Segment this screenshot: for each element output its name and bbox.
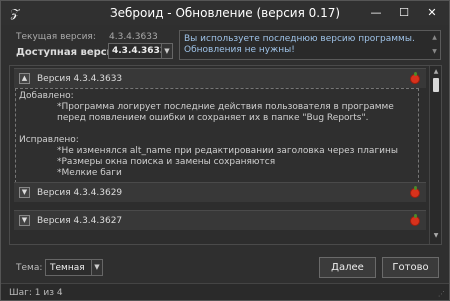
current-version-label: Текущая версия: (16, 32, 96, 42)
apple-icon (410, 214, 420, 226)
done-button[interactable]: Готово (382, 257, 439, 278)
chevron-down-icon[interactable]: ▼ (91, 259, 103, 276)
fixed-heading: Исправлено: (19, 135, 79, 145)
changelog-scrollbar[interactable]: ▲ ▼ (429, 66, 441, 244)
fixed-item: *Размеры окна поиска и замены сохраняютс… (57, 157, 276, 167)
minimize-button[interactable]: — (367, 5, 385, 21)
added-item: *Программа логирует последние действия п… (57, 102, 394, 123)
close-button[interactable]: ✕ (423, 5, 441, 21)
changelog-list: ▲ Версия 4.3.4.3633 Добавлено: *Программ… (9, 65, 442, 245)
fixed-item: *Не изменялся alt_name при редактировани… (57, 146, 399, 156)
theme-label: Тема: (16, 263, 43, 273)
maximize-button[interactable]: ☐ (395, 5, 413, 21)
title-bar[interactable]: 𝒵 Зеброид - Обновление (версия 0.17) — ☐… (1, 1, 449, 25)
step-indicator: Шаг: 1 из 4 (9, 288, 63, 298)
status-bar: Шаг: 1 из 4 ⋰ (1, 283, 449, 300)
apple-icon (410, 186, 420, 198)
fixed-item: *Мелкие баги (57, 168, 122, 178)
release-notes: Добавлено: *Программа логирует последние… (15, 88, 419, 183)
status-scrollbar[interactable]: ▲ ▼ (429, 31, 440, 59)
status-message-box: Вы используете последнюю версию программ… (179, 30, 441, 60)
changelog-section-header[interactable]: ▼ Версия 4.3.4.3629 (14, 182, 426, 202)
update-window: 𝒵 Зеброид - Обновление (версия 0.17) — ☐… (0, 0, 450, 301)
status-message: Вы используете последнюю версию программ… (184, 34, 415, 55)
current-version-value: 4.3.4.3633 (109, 32, 158, 42)
window-controls: — ☐ ✕ (367, 5, 441, 21)
section-title: Версия 4.3.4.3627 (37, 216, 123, 226)
scroll-down-icon[interactable]: ▼ (430, 232, 441, 242)
scroll-thumb[interactable] (433, 78, 439, 92)
expand-icon[interactable]: ▼ (19, 187, 30, 198)
expand-icon[interactable]: ▼ (19, 215, 30, 226)
section-title: Версия 4.3.4.3629 (37, 188, 123, 198)
collapse-icon[interactable]: ▲ (19, 73, 30, 84)
chevron-down-icon[interactable]: ▼ (161, 43, 173, 59)
next-button[interactable]: Далее (319, 257, 376, 278)
resize-grip-icon[interactable]: ⋰ (438, 290, 445, 298)
changelog-section-header[interactable]: ▼ Версия 4.3.4.3627 (14, 210, 426, 230)
changelog-section-header[interactable]: ▲ Версия 4.3.4.3633 (14, 68, 426, 88)
scroll-up-icon[interactable]: ▲ (430, 68, 441, 78)
section-title: Версия 4.3.4.3633 (37, 74, 123, 84)
apple-icon (410, 72, 420, 84)
added-heading: Добавлено: (19, 91, 74, 101)
